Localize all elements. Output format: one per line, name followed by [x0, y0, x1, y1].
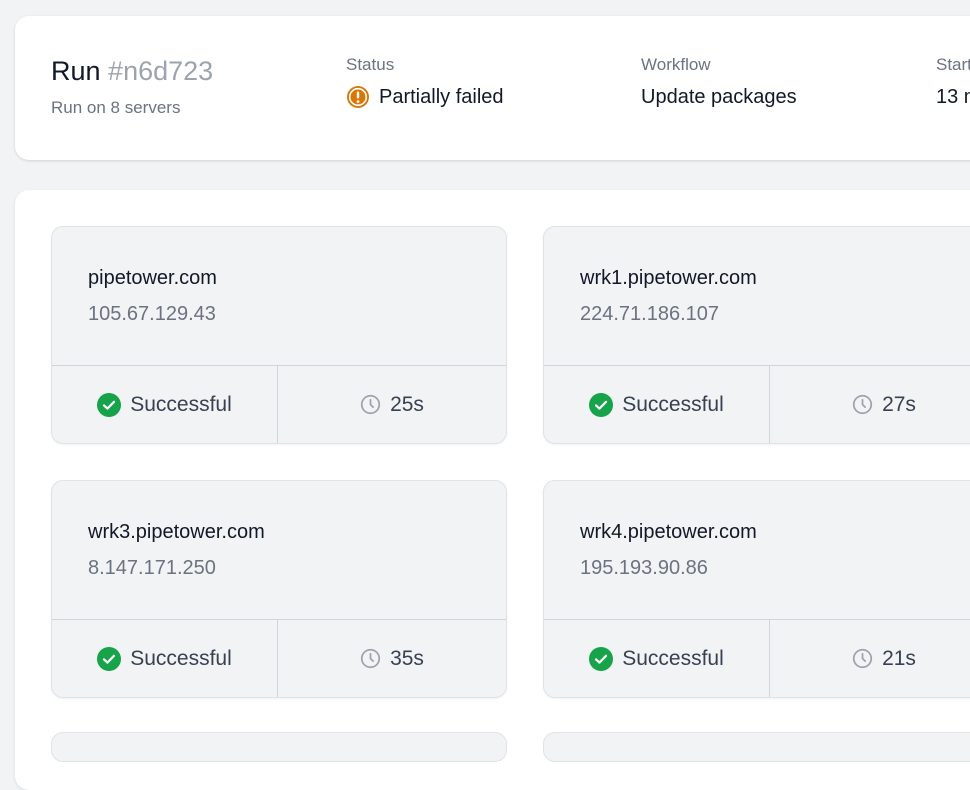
started-label: Started [936, 55, 970, 74]
clock-icon [360, 648, 381, 669]
server-hostname: pipetower.com [88, 267, 217, 289]
workflow-value[interactable]: Update packages [641, 83, 797, 111]
server-status-text: Successful [622, 646, 724, 670]
server-info: pipetower.com 105.67.129.43 [52, 227, 506, 366]
run-summary-card: Run #n6d723 Run on 8 servers Status Part… [15, 16, 970, 160]
server-ip: 195.193.90.86 [580, 557, 708, 579]
server-hostname: wrk4.pipetower.com [580, 521, 757, 543]
server-result: Successful 27s [544, 366, 970, 443]
server-status-text: Successful [130, 392, 232, 416]
status-label: Status [346, 55, 395, 74]
server-result: Successful 25s [52, 366, 506, 443]
status-field: Status Partially failed [346, 54, 504, 111]
server-duration: 27s [770, 366, 970, 443]
server-duration: 21s [770, 620, 970, 697]
server-card[interactable]: wrk4.pipetower.com 195.193.90.86 Success… [543, 480, 970, 698]
clock-icon [852, 394, 873, 415]
server-status: Successful [52, 366, 278, 443]
server-info: wrk1.pipetower.com 224.71.186.107 [544, 227, 970, 366]
clock-icon [360, 394, 381, 415]
server-duration-text: 21s [882, 646, 916, 670]
server-status-text: Successful [130, 646, 232, 670]
server-duration-text: 27s [882, 392, 916, 416]
run-title-prefix: Run [51, 56, 101, 86]
run-id: #n6d723 [108, 56, 214, 86]
clock-icon [852, 648, 873, 669]
server-ip: 105.67.129.43 [88, 303, 216, 325]
server-duration-text: 25s [390, 392, 424, 416]
status-value: Partially failed [346, 83, 504, 111]
server-result: Successful 35s [52, 620, 506, 697]
server-card[interactable]: pipetower.com 105.67.129.43 Successful 2… [51, 226, 507, 444]
server-hostname: wrk1.pipetower.com [580, 267, 757, 289]
workflow-label: Workflow [641, 55, 711, 74]
server-result: Successful 21s [544, 620, 970, 697]
workflow-field: Workflow Update packages [641, 54, 797, 111]
servers-panel: pipetower.com 105.67.129.43 Successful 2… [15, 190, 970, 790]
run-subtitle: Run on 8 servers [51, 98, 181, 117]
server-duration: 35s [278, 620, 506, 697]
server-duration-text: 35s [390, 646, 424, 670]
check-circle-icon [97, 646, 122, 671]
server-status: Successful [544, 366, 770, 443]
server-card-partial[interactable] [543, 732, 970, 762]
started-value: 13 minutes ago [936, 86, 970, 108]
check-circle-icon [589, 392, 614, 417]
server-info: wrk4.pipetower.com 195.193.90.86 [544, 481, 970, 620]
server-status: Successful [544, 620, 770, 697]
check-circle-icon [589, 646, 614, 671]
status-text: Partially failed [379, 86, 504, 108]
server-card[interactable]: wrk1.pipetower.com 224.71.186.107 Succes… [543, 226, 970, 444]
server-duration: 25s [278, 366, 506, 443]
warning-circle-icon [347, 86, 369, 108]
server-ip: 224.71.186.107 [580, 303, 720, 325]
server-info: wrk3.pipetower.com 8.147.171.250 [52, 481, 506, 620]
run-title: Run #n6d723 [51, 54, 213, 88]
server-hostname: wrk3.pipetower.com [88, 521, 265, 543]
server-card[interactable]: wrk3.pipetower.com 8.147.171.250 Success… [51, 480, 507, 698]
server-ip: 8.147.171.250 [88, 557, 216, 579]
check-circle-icon [97, 392, 122, 417]
server-status-text: Successful [622, 392, 724, 416]
server-status: Successful [52, 620, 278, 697]
started-field: Started 13 minutes ago [936, 54, 970, 111]
server-card-partial[interactable] [51, 732, 507, 762]
